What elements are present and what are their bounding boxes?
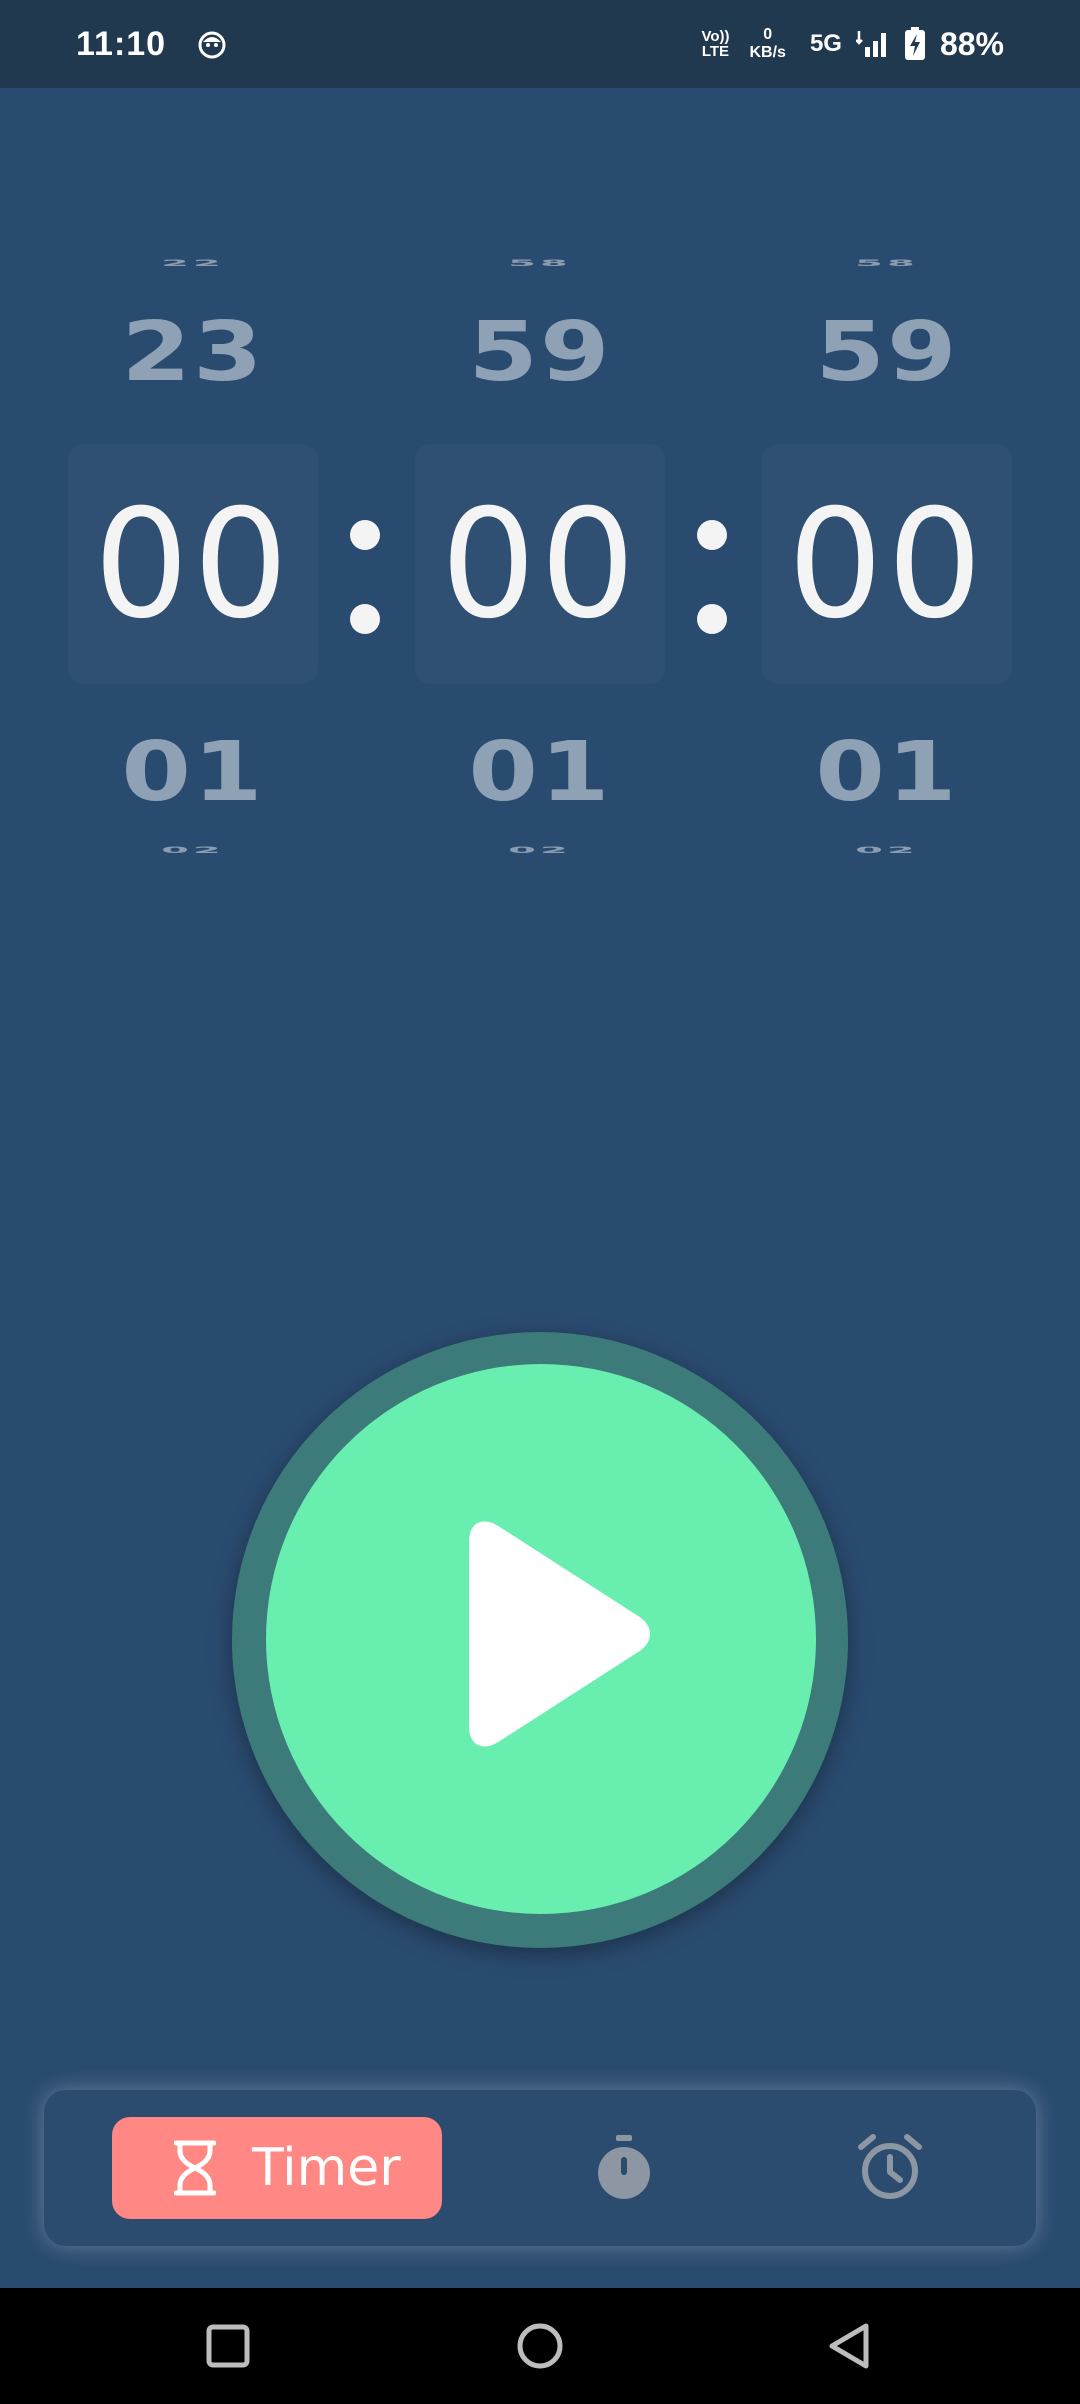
minutes-selected: 00 <box>440 478 640 652</box>
minutes-far-below: 02 <box>508 844 572 856</box>
status-bar: 11:10 Vo)) LTE 0 KB/s 5G 88% <box>0 0 1080 88</box>
colon-separator <box>697 520 727 640</box>
minutes-far-above: 58 <box>508 257 572 269</box>
seconds-picker[interactable]: 58 59 00 01 02 <box>762 240 1012 890</box>
seconds-far-above: 58 <box>855 257 919 269</box>
back-icon[interactable] <box>820 2316 880 2376</box>
home-icon[interactable] <box>510 2316 570 2376</box>
recents-icon[interactable] <box>198 2316 258 2376</box>
hours-below: 01 <box>121 723 265 820</box>
hours-above: 23 <box>121 303 265 400</box>
volte-indicator: Vo)) LTE <box>701 29 729 59</box>
minutes-below: 01 <box>468 723 612 820</box>
volte-bottom: LTE <box>701 43 730 60</box>
colon-separator <box>350 520 380 640</box>
hours-picker[interactable]: 22 23 00 01 02 <box>68 240 318 890</box>
seconds-below: 01 <box>815 723 959 820</box>
start-timer-button[interactable] <box>232 1332 848 1948</box>
app-notification-icon <box>198 31 226 59</box>
netspeed-unit: KB/s <box>749 44 786 61</box>
volte-top: Vo)) <box>701 28 730 45</box>
status-indicators: Vo)) LTE 0 KB/s 5G 88% <box>701 26 1004 63</box>
seconds-selected: 00 <box>787 478 987 652</box>
play-icon <box>469 1521 650 1747</box>
tab-timer-label: Timer <box>252 2138 401 2198</box>
seconds-far-below: 02 <box>855 844 919 856</box>
hours-selected: 00 <box>93 478 293 652</box>
hours-far-below: 02 <box>161 844 225 856</box>
system-navigation-bar <box>0 2288 1080 2404</box>
stopwatch-icon[interactable] <box>589 2133 659 2203</box>
status-time: 11:10 <box>76 24 167 63</box>
network-type: 5G <box>809 30 842 57</box>
tab-timer[interactable]: Timer <box>112 2117 442 2219</box>
hours-far-above: 22 <box>161 257 225 269</box>
minutes-above: 59 <box>468 303 612 400</box>
hourglass-icon <box>174 2140 216 2196</box>
battery-charging-icon <box>904 27 925 60</box>
seconds-above: 59 <box>815 303 959 400</box>
bottom-tab-bar: Timer <box>44 2090 1036 2246</box>
minutes-picker[interactable]: 58 59 00 01 02 <box>415 240 665 890</box>
start-timer-button-face[interactable] <box>266 1364 816 1914</box>
battery-percentage: 88% <box>939 25 1004 62</box>
netspeed-indicator: 0 KB/s <box>749 26 785 62</box>
signal-icon <box>855 31 886 57</box>
netspeed-value: 0 <box>763 26 773 43</box>
alarm-clock-icon[interactable] <box>855 2133 925 2203</box>
